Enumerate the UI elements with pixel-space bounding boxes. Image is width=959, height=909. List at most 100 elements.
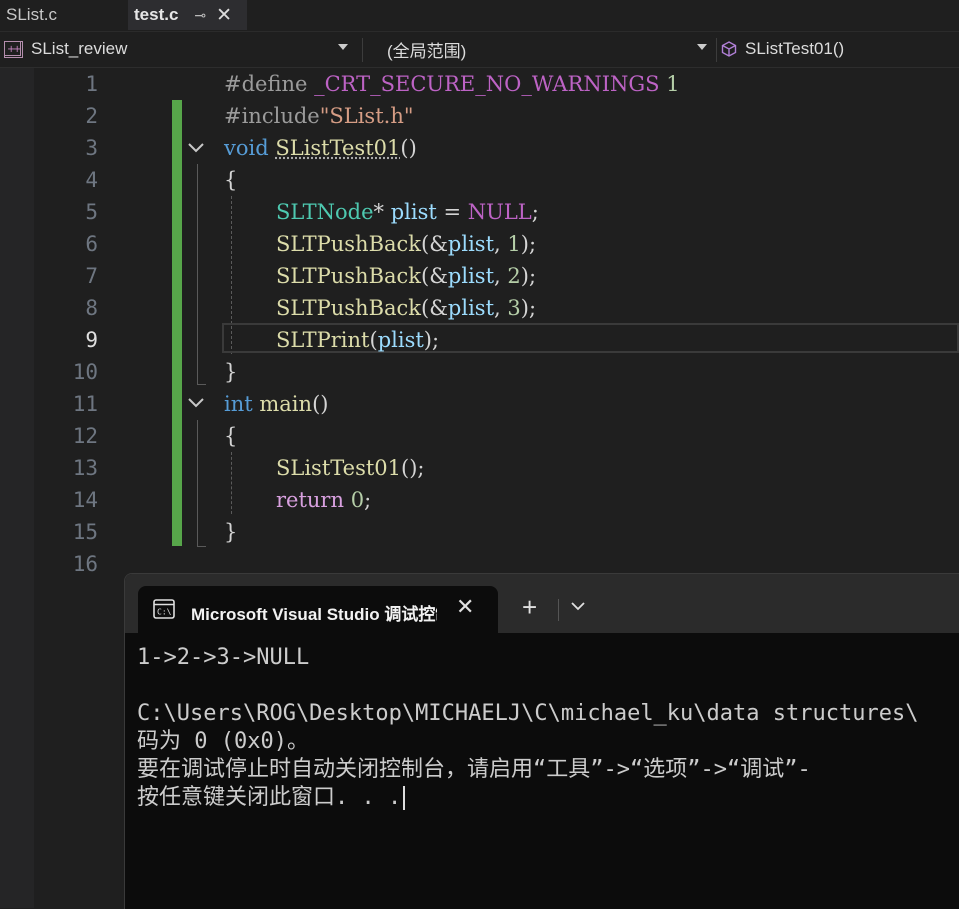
operator: = [436,200,468,224]
divider [362,38,363,62]
terminal-icon: C:\ [153,599,175,619]
console-tab-title: Microsoft Visual Studio 调试控制台 [191,605,437,624]
pin-icon[interactable]: ⊸ [194,7,206,24]
new-tab-button[interactable]: + [522,594,537,620]
scope-guide-end [197,384,206,385]
project-dropdown[interactable]: + + SList_review [4,36,354,62]
function-call: SLTPushBack [276,232,422,256]
line-number: 7 [85,264,98,288]
line-number: 5 [85,200,98,224]
function-name: SListTest01 [275,136,401,160]
line-number: 12 [72,424,98,448]
console-tab[interactable]: C:\ Microsoft Visual Studio 调试控制台 ✕ [138,586,498,634]
tab-label: SList.c [6,5,58,24]
console-output-line: 码为 0 (0x0)。 [137,729,309,754]
variable: plist [447,296,495,320]
tab-slist-c[interactable]: SList.c [0,0,126,30]
svg-text:+: + [13,44,21,55]
code-line-6[interactable]: SLTPushBack(&plist, 1); [276,228,536,260]
member-dropdown[interactable]: SListTest01() [721,36,959,62]
code-line-14[interactable]: return 0; [276,484,371,516]
code-line-9[interactable]: SLTPrint(plist); [276,324,439,356]
punctuation: , [494,232,508,256]
fold-chevron-icon[interactable] [187,139,205,157]
console-output-line-last: 按任意键关闭此窗口. . . [137,784,406,812]
punctuation: () [400,136,417,160]
divider [558,599,559,621]
code-line-12[interactable]: { [224,420,237,452]
variable: plist [447,264,495,288]
indent-guide [231,452,232,514]
chevron-down-icon [697,44,707,50]
document-tab-bar: SList.c test.c ⊸ ✕ [0,0,959,32]
scope-dropdown[interactable]: (全局范围) [387,36,713,62]
punctuation: ); [423,328,440,352]
scope-guide [197,420,198,546]
punctuation: ; [364,488,372,512]
line-number-current: 9 [85,328,98,352]
code-line-10[interactable]: } [224,356,237,388]
line-number: 10 [72,360,98,384]
preprocessor-directive: #include [224,104,320,128]
debug-console-window[interactable]: C:\ Microsoft Visual Studio 调试控制台 ✕ + 1-… [124,573,959,909]
number-literal: 3 [507,296,521,320]
fold-chevron-icon[interactable] [187,394,205,412]
code-line-8[interactable]: SLTPushBack(&plist, 3); [276,292,536,324]
close-icon[interactable]: ✕ [216,4,232,27]
scope-guide [197,164,198,384]
number-literal: 2 [507,264,521,288]
code-line-1[interactable]: #define _CRT_SECURE_NO_WARNINGS 1 [224,68,680,100]
variable: plist [447,232,495,256]
code-line-13[interactable]: SListTest01(); [276,452,424,484]
member-name: SListTest01() [745,39,845,58]
code-line-4[interactable]: { [224,164,237,196]
project-icon: + + [4,40,23,58]
brace: } [224,520,238,544]
close-icon[interactable]: ✕ [456,594,474,620]
number-literal: 1 [507,232,521,256]
preprocessor-directive: #define [224,72,315,96]
punctuation: , [494,264,508,288]
function-call: SLTPushBack [276,296,422,320]
code-line-3[interactable]: void SListTest01() [224,132,417,164]
console-output-line: C:\Users\ROG\Desktop\MICHAELJ\C\michael_… [137,701,919,726]
svg-text:C:\: C:\ [157,608,172,617]
punctuation: , [494,296,508,320]
console-title-bar: C:\ Microsoft Visual Studio 调试控制台 ✕ + [125,574,959,634]
brace: { [224,168,238,192]
punctuation: () [312,392,329,416]
line-number: 4 [85,168,98,192]
tab-test-c[interactable]: test.c ⊸ ✕ [128,0,247,30]
line-number: 11 [72,392,98,416]
function-call: SLTPushBack [276,264,422,288]
variable: plist [377,328,424,352]
line-number: 8 [85,296,98,320]
keyword: void [224,136,269,160]
code-line-11[interactable]: int main() [224,388,328,420]
punctuation: (& [421,264,448,288]
line-number: 15 [72,520,98,544]
number-literal: 0 [350,488,365,512]
code-line-2[interactable]: #include"SList.h" [224,100,414,132]
keyword: return [276,488,344,512]
console-prompt-text: 按任意键关闭此窗口. . . [137,785,402,810]
punctuation: ); [520,232,537,256]
chevron-down-icon [338,44,348,50]
include-header: "SList.h" [319,104,414,128]
punctuation: ); [520,296,537,320]
code-line-15[interactable]: } [224,516,237,548]
chevron-down-icon[interactable] [571,601,585,611]
line-number: 16 [72,552,98,576]
brace: } [224,360,238,384]
macro-name: NULL [467,200,532,224]
code-line-5[interactable]: SLTNode* plist = NULL; [276,196,539,228]
macro-value: 1 [659,72,680,96]
punctuation: * [373,200,391,224]
variable: plist [390,200,437,224]
punctuation: ); [520,264,537,288]
line-number: 14 [72,488,98,512]
code-line-7[interactable]: SLTPushBack(&plist, 2); [276,260,536,292]
function-name: main [259,392,313,416]
type-name: SLTNode [276,200,374,224]
line-number: 13 [72,456,98,480]
